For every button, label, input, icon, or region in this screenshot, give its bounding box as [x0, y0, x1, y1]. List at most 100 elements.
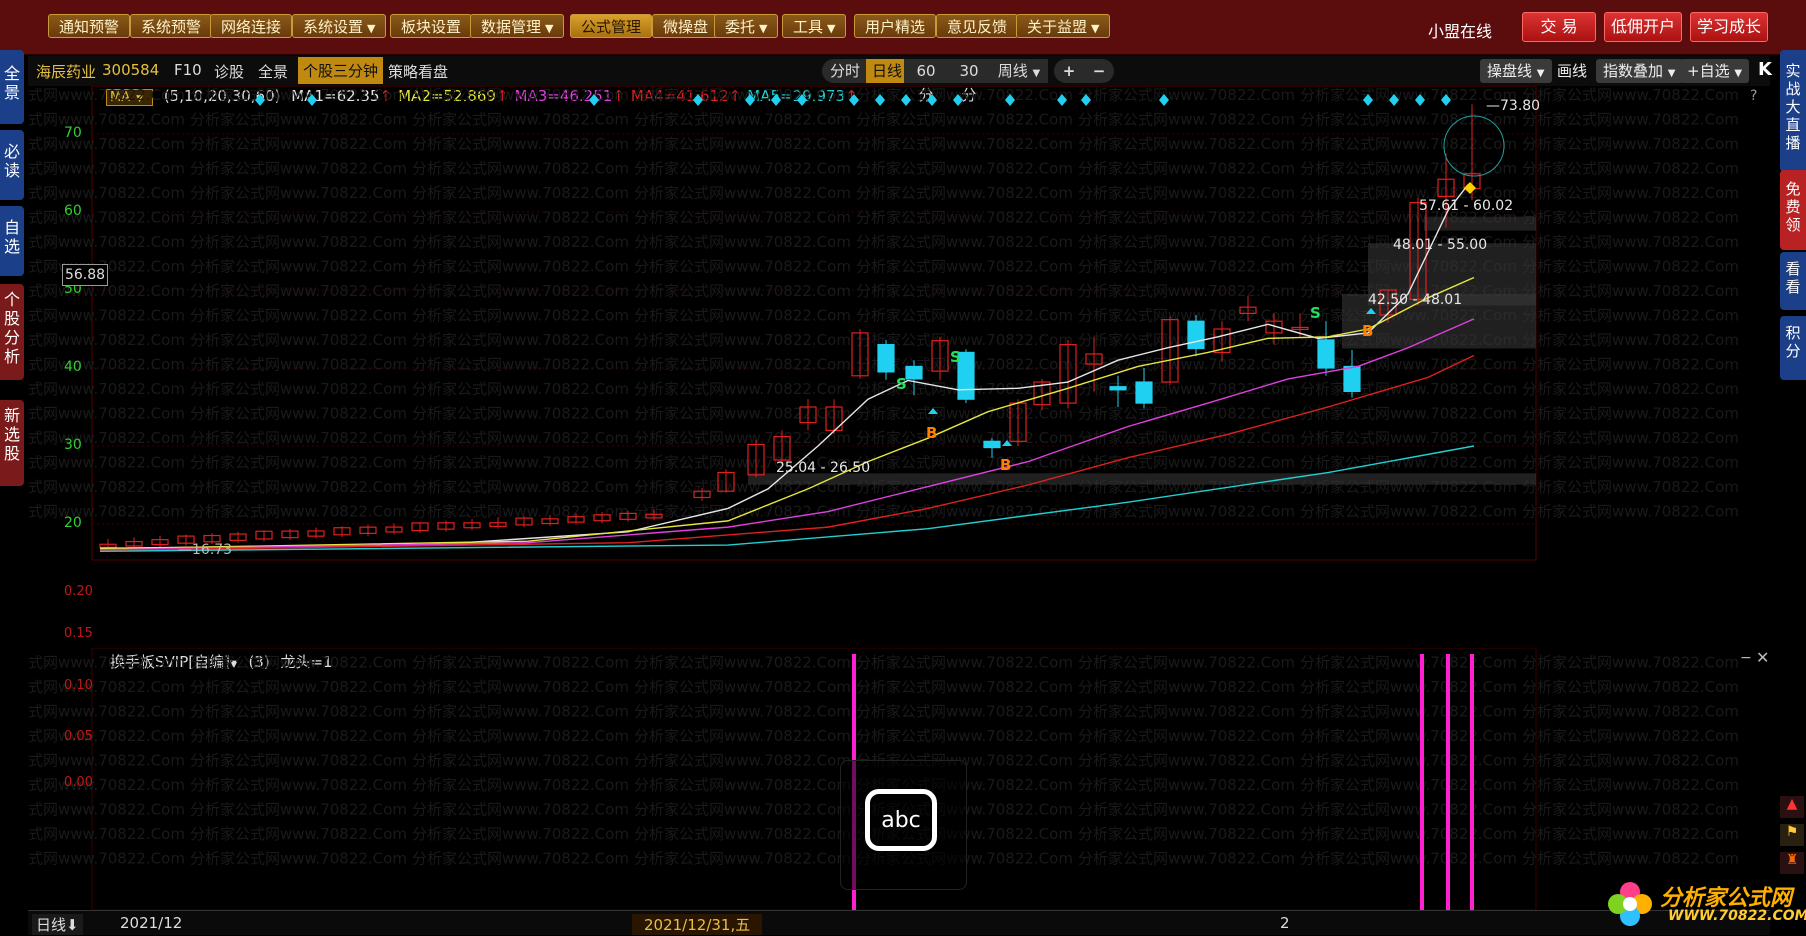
open-account-button[interactable]: 低佣开户: [1604, 12, 1682, 42]
watermark-text: 分析家公式网www.70822.Com: [28, 478, 185, 496]
tab-points[interactable]: 积分: [1780, 316, 1806, 380]
zoom-out-button[interactable]: −: [1084, 59, 1114, 83]
toolbar-item-label: 系统预警: [141, 18, 201, 36]
kline-toggle-button[interactable]: K: [1754, 58, 1776, 82]
watermark-text: 分析家公式网www.70822.Com: [1300, 135, 1517, 153]
watermark-text: 分析家公式网www.70822.Com: [28, 184, 185, 202]
watermark-text: 分析家公式网www.70822.Com: [1522, 331, 1739, 349]
toolbar-item-1[interactable]: 系统预警: [130, 14, 212, 38]
learning-button[interactable]: 学习成长: [1690, 12, 1768, 42]
toolbar-item-8[interactable]: 委托 ▼: [714, 14, 778, 38]
watermark-text: 分析家公式网www.70822.Com: [1522, 307, 1739, 325]
turnover-bar: [1446, 654, 1450, 910]
watermark-text: 分析家公式网www.70822.Com: [412, 209, 629, 227]
tab-new-stock-pick[interactable]: 新选股: [0, 400, 24, 486]
add-watchlist-dropdown[interactable]: +自选 ▼: [1680, 59, 1749, 83]
trading-line-dropdown[interactable]: 操盘线 ▼: [1480, 59, 1552, 83]
link-strategy[interactable]: 策略看盘: [388, 61, 448, 82]
index-overlay-dropdown[interactable]: 指数叠加 ▼: [1596, 59, 1683, 83]
watermark-text: 分析家公式网www.70822.Com: [856, 405, 1073, 423]
period-selector[interactable]: 日线⬇: [32, 914, 83, 935]
price-axis-tick: 20: [64, 515, 82, 531]
watermark-text: 分析家公式网www.70822.Com: [412, 850, 629, 868]
chevron-down-icon: ▼: [759, 22, 767, 35]
bell-icon[interactable]: ♜: [1780, 852, 1804, 874]
toolbar-item-6[interactable]: 公式管理: [570, 14, 652, 38]
watermark-text: 分析家公式网www.70822.Com: [634, 654, 851, 672]
toolbar-item-4[interactable]: 板块设置: [390, 14, 472, 38]
flag-icon[interactable]: ⚑: [1780, 824, 1804, 846]
watermark-text: 分析家公式网www.70822.Com: [190, 429, 407, 447]
toolbar-item-3[interactable]: 系统设置 ▼: [292, 14, 386, 38]
watermark-text: 分析家公式网www.70822.Com: [28, 801, 185, 819]
tab-must-read[interactable]: 必读: [0, 130, 24, 200]
candle-body: [1188, 321, 1204, 348]
watermark-text: 分析家公式网www.70822.Com: [28, 429, 185, 447]
toolbar-item-2[interactable]: 网络连接: [210, 14, 292, 38]
link-f10[interactable]: F10: [174, 61, 202, 79]
tab-live-broadcast[interactable]: 实战大直播: [1780, 50, 1806, 172]
tab-panorama[interactable]: 全景: [0, 50, 24, 124]
toolbar-item-5[interactable]: 数据管理 ▼: [470, 14, 564, 38]
trade-button[interactable]: 交 易: [1522, 12, 1596, 42]
kline-chart[interactable]: 分析家公式网www.70822.Com 分析家公式网www.70822.Com 分析…: [28, 86, 1770, 646]
tab-period-timeshare[interactable]: 分时: [822, 59, 868, 83]
toolbar-item-12[interactable]: 关于益盟 ▼: [1016, 14, 1110, 38]
watermark-text: 分析家公式网www.70822.Com: [1078, 825, 1295, 843]
draw-line-button[interactable]: 画线: [1550, 59, 1594, 83]
watermark-text: 分析家公式网www.70822.Com: [1522, 184, 1739, 202]
watermark-text: 分析家公式网www.70822.Com: [1078, 233, 1295, 251]
watermark-text: 分析家公式网www.70822.Com: [412, 258, 629, 276]
watermark-text: 分析家公式网www.70822.Com: [412, 184, 629, 202]
tab-period-60min[interactable]: 60分: [904, 59, 948, 83]
alert-icon[interactable]: ▲: [1780, 796, 1804, 818]
toolbar-item-0[interactable]: 通知预警: [48, 14, 130, 38]
tab-period-daily[interactable]: 日线: [866, 59, 908, 83]
tab-free-claim[interactable]: 免费领: [1780, 170, 1806, 250]
watermark-text: 分析家公式网www.70822.Com: [28, 454, 185, 472]
watermark-text: 分析家公式网www.70822.Com: [634, 380, 851, 398]
tab-stock-analysis[interactable]: 个股分析: [0, 284, 24, 380]
tab-period-weekly[interactable]: 周线 ▼: [990, 59, 1048, 83]
zoom-in-button[interactable]: +: [1054, 59, 1084, 83]
watermark-text: 分析家公式网www.70822.Com: [634, 776, 851, 794]
watermark-text: 分析家公式网www.70822.Com: [1300, 850, 1517, 868]
toolbar-item-7[interactable]: 微操盘: [652, 14, 719, 38]
watermark-text: 分析家公式网www.70822.Com: [412, 282, 629, 300]
chevron-down-icon: ▼: [367, 22, 375, 35]
watermark-text: 分析家公式网www.70822.Com: [412, 160, 629, 178]
watermark-text: 分析家公式网www.70822.Com: [1078, 801, 1295, 819]
date-cursor-label: 2021/12/31,五: [632, 914, 762, 935]
tab-period-30min[interactable]: 30分: [946, 59, 992, 83]
link-three-minutes[interactable]: 个股三分钟: [298, 57, 383, 84]
watermark-text: 分析家公式网www.70822.Com: [190, 850, 407, 868]
zone-label-1: 57.61 - 60.02: [1419, 198, 1513, 214]
tab-watchlist[interactable]: 自选: [0, 206, 24, 276]
stock-code[interactable]: 300584: [102, 61, 159, 79]
online-status: 小盟在线: [1428, 18, 1492, 42]
watermark-text: 分析家公式网www.70822.Com: [634, 850, 851, 868]
toolbar-item-11[interactable]: 意见反馈: [936, 14, 1018, 38]
watermark-text: 分析家公式网www.70822.Com: [412, 405, 629, 423]
link-diagnose[interactable]: 诊股: [214, 61, 244, 82]
watermark-text: 分析家公式网www.70822.Com: [634, 160, 851, 178]
watermark-text: 分析家公式网www.70822.Com: [856, 429, 1073, 447]
watermark-text: 分析家公式网www.70822.Com: [190, 825, 407, 843]
watermark-text: 分析家公式网www.70822.Com: [856, 111, 1073, 129]
watermark-text: 分析家公式网www.70822.Com: [634, 184, 851, 202]
candle-body: [1318, 340, 1334, 368]
watermark-text: 分析家公式网www.70822.Com: [1300, 752, 1517, 770]
watermark-text: 分析家公式网www.70822.Com: [28, 776, 185, 794]
price-axis-tick: 40: [64, 359, 82, 375]
watermark-text: 分析家公式网www.70822.Com: [634, 429, 851, 447]
link-panorama[interactable]: 全景: [258, 61, 288, 82]
stock-name[interactable]: 海辰药业: [36, 61, 96, 82]
keyboard-wizard-overlay[interactable]: abc: [840, 760, 967, 890]
tab-look[interactable]: 看看: [1780, 252, 1806, 310]
watermark-text: 分析家公式网www.70822.Com: [28, 307, 185, 325]
toolbar-item-10[interactable]: 用户精选: [854, 14, 936, 38]
watermark-text: 分析家公式网www.70822.Com: [1522, 111, 1739, 129]
watermark-text: 分析家公式网www.70822.Com: [1078, 86, 1295, 104]
toolbar-item-9[interactable]: 工具 ▼: [782, 14, 846, 38]
watermark-text: 分析家公式网www.70822.Com: [190, 160, 407, 178]
